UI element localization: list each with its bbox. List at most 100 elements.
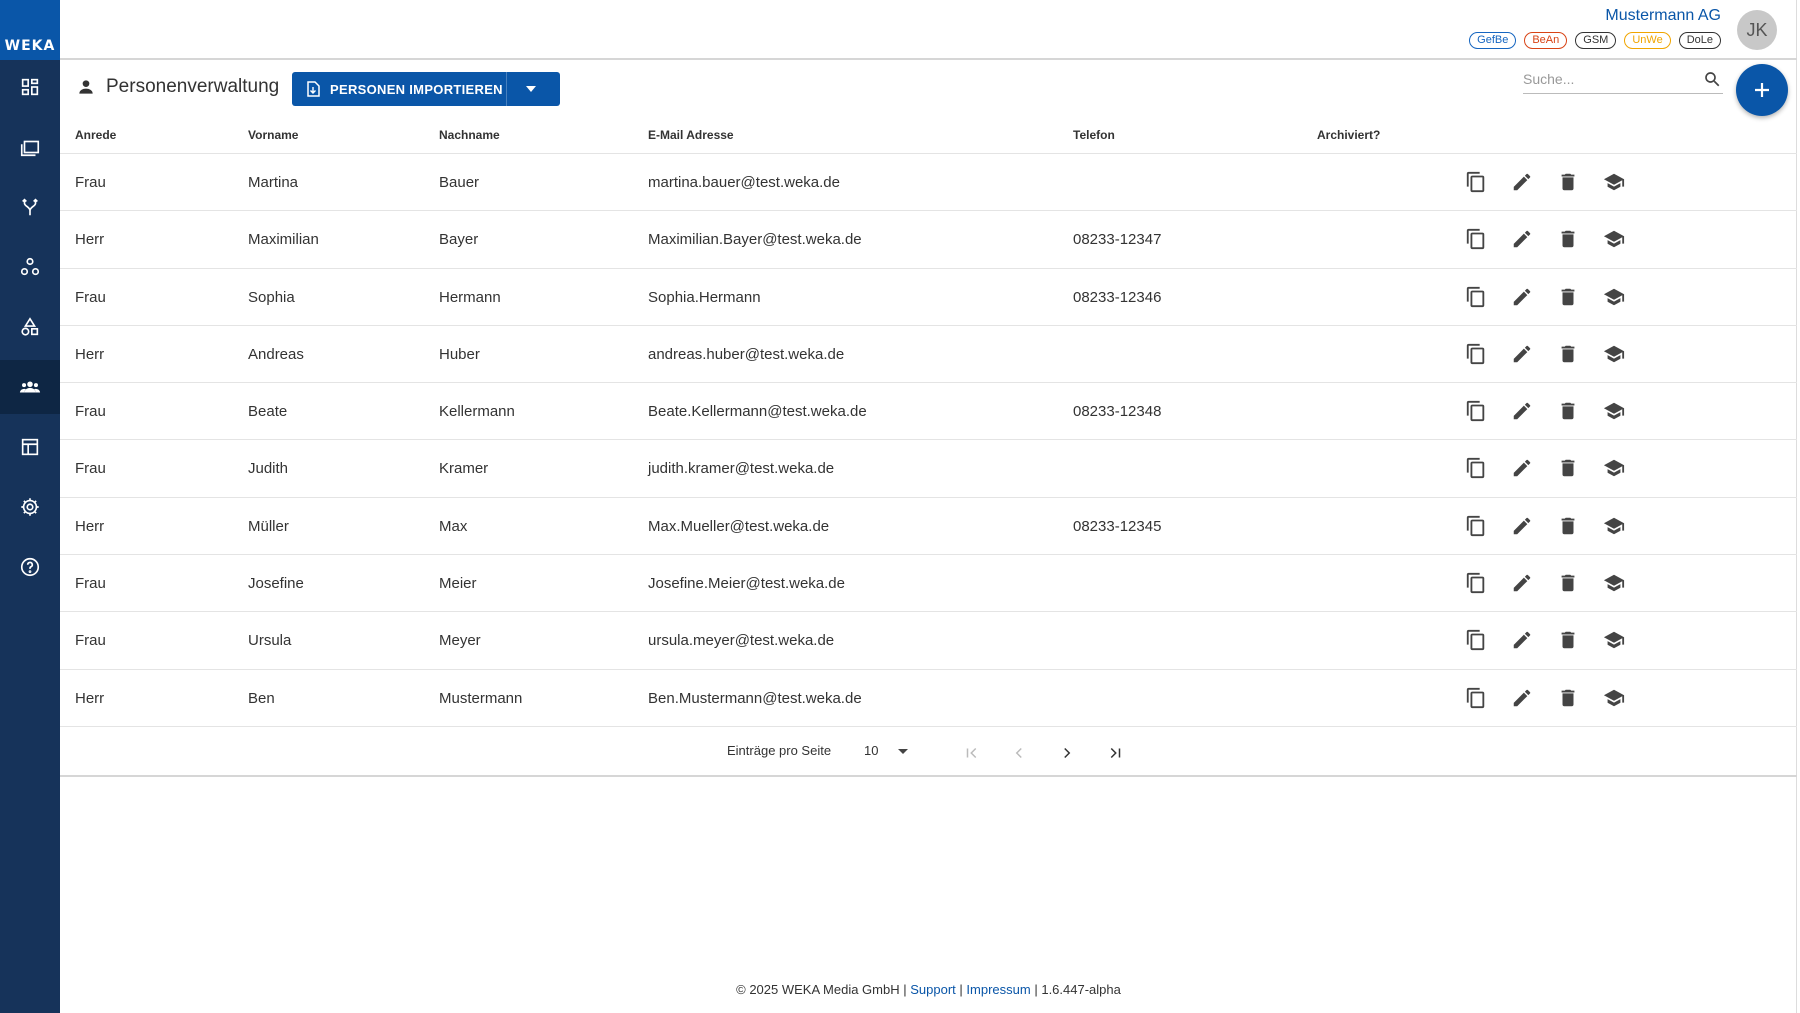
- cell-nachname: Max: [439, 517, 468, 535]
- company-name[interactable]: Mustermann AG: [1605, 7, 1721, 25]
- delete-button[interactable]: [1557, 571, 1603, 595]
- copy-button[interactable]: [1465, 571, 1511, 595]
- sidebar-item-documents[interactable]: [0, 120, 60, 174]
- import-dropdown-caret[interactable]: [526, 86, 536, 92]
- table-row[interactable]: Herr Andreas Huber andreas.huber@test.weka.…: [60, 326, 1797, 384]
- footer: © 2025 WEKA Media GmbH | Support | Impre…: [60, 982, 1797, 997]
- table-row[interactable]: Frau Judith Kramer judith.kramer@test.weka.…: [60, 440, 1797, 498]
- last-page-button[interactable]: [1103, 741, 1127, 765]
- copy-button[interactable]: [1465, 170, 1511, 194]
- edit-button[interactable]: [1511, 227, 1557, 251]
- sidebar-item-help[interactable]: [0, 540, 60, 594]
- sidebar-item-processes[interactable]: [0, 180, 60, 234]
- add-person-button[interactable]: [1736, 64, 1788, 116]
- table-row[interactable]: Herr Müller Max Max.Mueller@test.weka.de 082…: [60, 498, 1797, 556]
- sidebar-item-tables[interactable]: [0, 420, 60, 474]
- copy-button[interactable]: [1465, 686, 1511, 710]
- sidebar-item-settings[interactable]: [0, 480, 60, 534]
- badge-gefbe[interactable]: GefBe: [1469, 32, 1517, 49]
- edit-button[interactable]: [1511, 285, 1557, 309]
- column-header-email[interactable]: E-Mail Adresse: [648, 128, 734, 142]
- copy-button[interactable]: [1465, 227, 1511, 251]
- training-icon: [1603, 632, 1625, 649]
- training-button[interactable]: [1603, 399, 1649, 423]
- page-size-select[interactable]: 10: [864, 743, 878, 758]
- page-size-caret[interactable]: [898, 749, 908, 754]
- copy-button[interactable]: [1465, 399, 1511, 423]
- search-input[interactable]: [1523, 66, 1693, 92]
- copy-icon: [1466, 630, 1485, 651]
- badge-dole[interactable]: DoLe: [1678, 32, 1721, 49]
- training-button[interactable]: [1603, 456, 1649, 480]
- cell-nachname: Huber: [439, 345, 480, 363]
- table-row[interactable]: Frau Sophia Hermann Sophia.Hermann 08233-123…: [60, 269, 1797, 326]
- copy-button[interactable]: [1465, 514, 1511, 538]
- edit-icon: [1513, 288, 1531, 305]
- sidebar-item-hazards[interactable]: [0, 300, 60, 354]
- table-row[interactable]: Frau Josefine Meier Josefine.Meier@test.wek…: [60, 555, 1797, 613]
- edit-button[interactable]: [1511, 170, 1557, 194]
- impressum-link[interactable]: Impressum: [966, 982, 1030, 997]
- copy-icon: [1466, 229, 1485, 250]
- column-header-vorname[interactable]: Vorname: [248, 128, 298, 142]
- edit-button[interactable]: [1511, 628, 1557, 652]
- weka-logo[interactable]: WEKA: [0, 0, 60, 60]
- cell-nachname: Bauer: [439, 174, 480, 191]
- row-actions: [1465, 227, 1649, 251]
- sidebar-item-people[interactable]: [0, 360, 60, 414]
- table-row[interactable]: Frau Ursula Meyer ursula.meyer@test.weka.de: [60, 612, 1797, 670]
- badge-gsm[interactable]: GSM: [1575, 32, 1617, 49]
- training-button[interactable]: [1603, 170, 1649, 194]
- table-row[interactable]: Herr Maximilian Bayer Maximilian.Bayer@test…: [60, 211, 1797, 269]
- table-row[interactable]: Herr Ben Mustermann Ben.Mustermann@test.wek…: [60, 670, 1797, 727]
- badge-bean[interactable]: BeAn: [1524, 32, 1568, 49]
- delete-button[interactable]: [1557, 399, 1603, 423]
- column-header-telefon[interactable]: Telefon: [1073, 128, 1115, 142]
- training-button[interactable]: [1603, 686, 1649, 710]
- cell-vorname: Andreas: [248, 345, 304, 363]
- delete-button[interactable]: [1557, 170, 1603, 194]
- search-icon[interactable]: [1703, 70, 1721, 88]
- user-avatar[interactable]: JK: [1737, 10, 1777, 50]
- training-button[interactable]: [1603, 342, 1649, 366]
- delete-button[interactable]: [1557, 686, 1603, 710]
- delete-button[interactable]: [1557, 628, 1603, 652]
- row-actions: [1465, 628, 1649, 652]
- first-page-button[interactable]: [960, 741, 984, 765]
- cell-nachname: Mustermann: [439, 689, 523, 707]
- delete-button[interactable]: [1557, 342, 1603, 366]
- edit-button[interactable]: [1511, 686, 1557, 710]
- column-header-nachname[interactable]: Nachname: [439, 128, 500, 142]
- edit-button[interactable]: [1511, 514, 1557, 538]
- sidebar-item-dashboard[interactable]: [0, 60, 60, 114]
- delete-button[interactable]: [1557, 285, 1603, 309]
- copy-button[interactable]: [1465, 342, 1511, 366]
- copy-button[interactable]: [1465, 456, 1511, 480]
- column-header-anrede[interactable]: Anrede: [75, 128, 116, 142]
- edit-icon: [1513, 689, 1531, 706]
- training-button[interactable]: [1603, 227, 1649, 251]
- badge-unwe[interactable]: UnWe: [1624, 32, 1671, 49]
- delete-button[interactable]: [1557, 456, 1603, 480]
- table-row[interactable]: Frau Martina Bauer martina.bauer@test.weka.…: [60, 154, 1797, 212]
- training-button[interactable]: [1603, 285, 1649, 309]
- delete-button[interactable]: [1557, 514, 1603, 538]
- training-button[interactable]: [1603, 514, 1649, 538]
- table-header: Anrede Vorname Nachname E-Mail Adresse T…: [60, 118, 1797, 154]
- sidebar-item-organization[interactable]: [0, 240, 60, 294]
- training-button[interactable]: [1603, 571, 1649, 595]
- edit-button[interactable]: [1511, 342, 1557, 366]
- edit-button[interactable]: [1511, 456, 1557, 480]
- copy-button[interactable]: [1465, 285, 1511, 309]
- edit-button[interactable]: [1511, 571, 1557, 595]
- table-row[interactable]: Frau Beate Kellermann Beate.Kellermann@test…: [60, 383, 1797, 441]
- import-persons-button[interactable]: PERSONEN IMPORTIEREN: [292, 72, 560, 106]
- copy-button[interactable]: [1465, 628, 1511, 652]
- previous-page-button[interactable]: [1007, 741, 1031, 765]
- column-header-archiviert[interactable]: Archiviert?: [1317, 128, 1380, 142]
- delete-button[interactable]: [1557, 227, 1603, 251]
- training-button[interactable]: [1603, 628, 1649, 652]
- edit-button[interactable]: [1511, 399, 1557, 423]
- support-link[interactable]: Support: [910, 982, 956, 997]
- next-page-button[interactable]: [1055, 741, 1079, 765]
